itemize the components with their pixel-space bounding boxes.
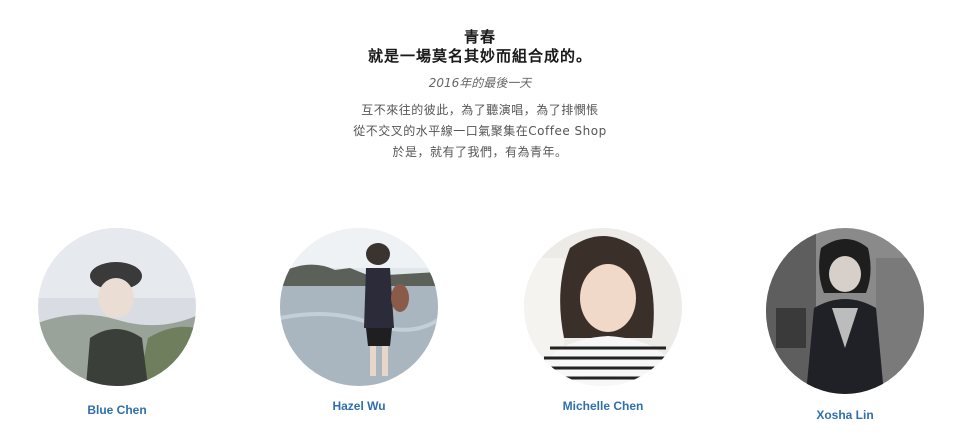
member-name-hazel-wu[interactable]: Hazel Wu <box>259 399 459 413</box>
avatar-michelle-chen[interactable] <box>524 228 682 386</box>
portrait-photo-icon <box>524 228 682 386</box>
page-title: 青春 <box>463 28 496 46</box>
member-name-michelle-chen[interactable]: Michelle Chen <box>503 399 703 413</box>
member-name-blue-chen[interactable]: Blue Chen <box>17 403 217 417</box>
member-name-xosha-lin[interactable]: Xosha Lin <box>745 408 945 422</box>
date-caption: 2016年的最後一天 <box>428 76 532 90</box>
avatar-hazel-wu[interactable] <box>280 228 438 386</box>
page-subtitle: 就是一場莫名其妙而組合成的。 <box>367 47 592 65</box>
description-line-3: 於是，就有了我們，有為青年。 <box>392 145 568 159</box>
portrait-photo-icon <box>766 228 924 394</box>
portrait-photo-icon <box>280 228 438 386</box>
portrait-photo-icon <box>38 228 196 386</box>
description-line-1: 互不來往的彼此，為了聽演唱，為了排憫悵 <box>361 103 599 117</box>
avatar-blue-chen[interactable] <box>38 228 196 386</box>
avatar-xosha-lin[interactable] <box>766 228 924 394</box>
description-line-2: 從不交叉的水平線一口氣聚集在Coffee Shop <box>353 124 607 138</box>
